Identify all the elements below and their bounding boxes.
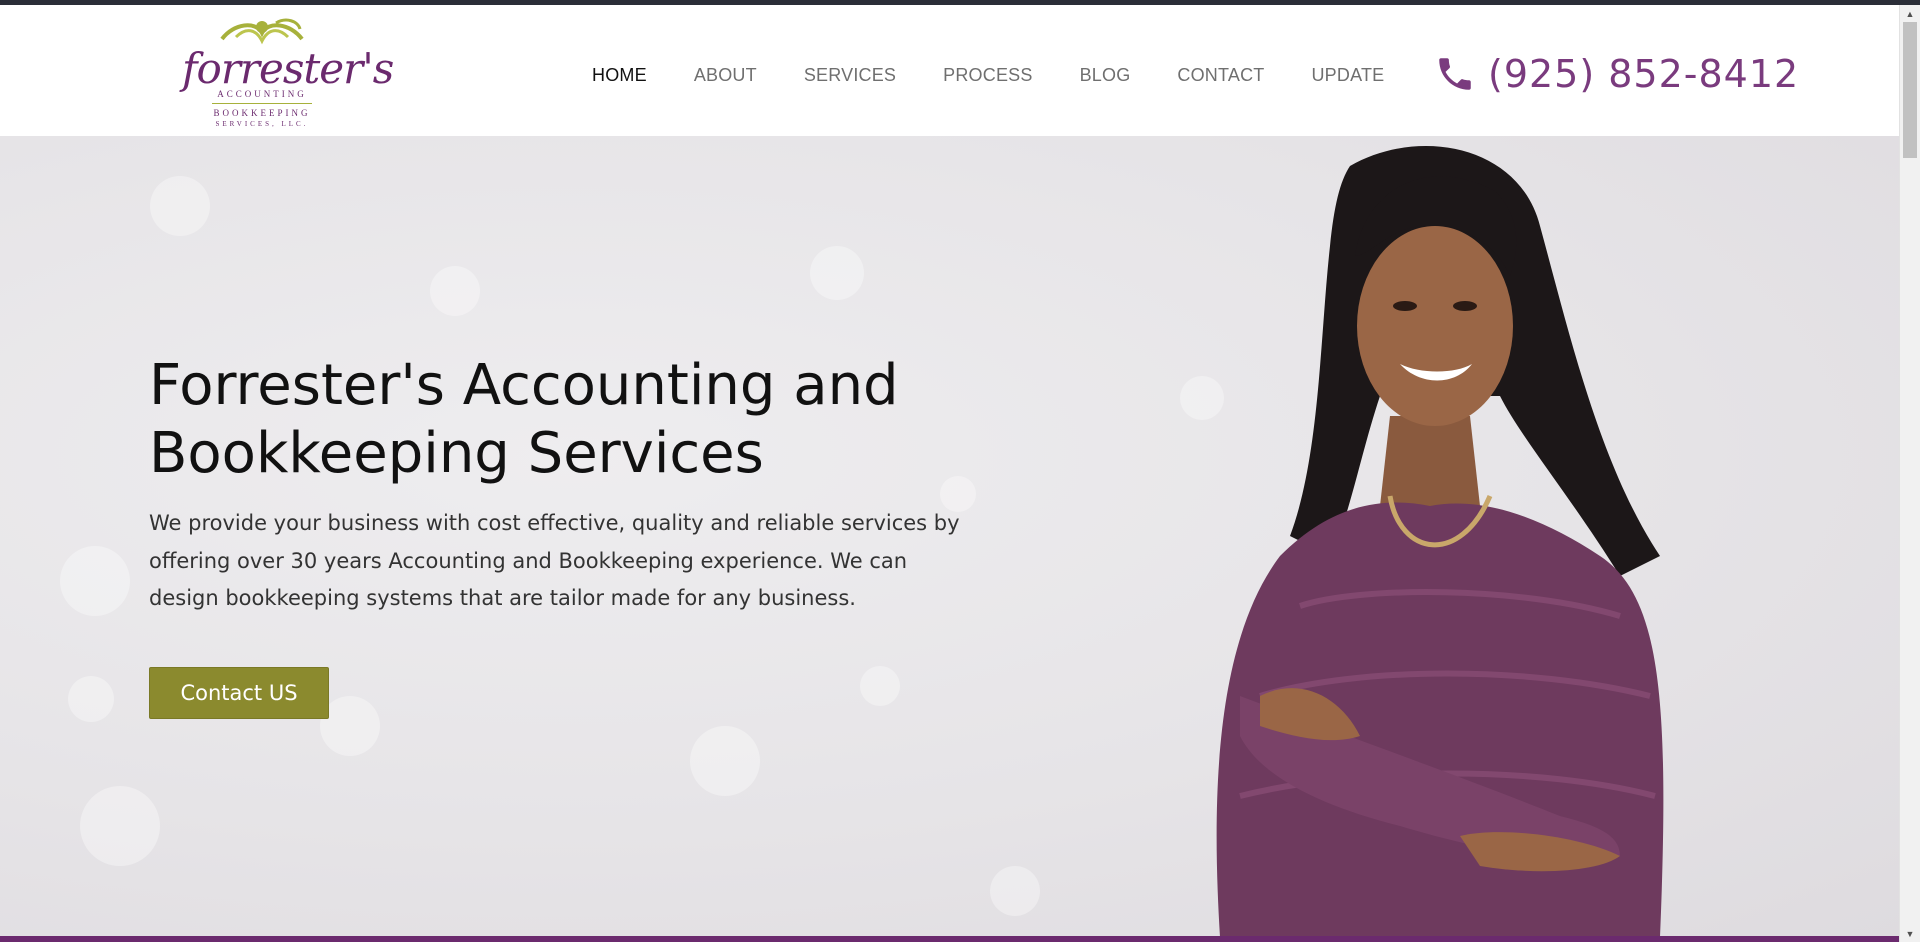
logo-divider	[212, 103, 312, 104]
contact-us-button[interactable]: Contact US	[149, 667, 329, 719]
bokeh-decoration	[810, 246, 864, 300]
bokeh-decoration	[430, 266, 480, 316]
logo-brand-text: forrester's	[182, 44, 394, 93]
bokeh-decoration	[860, 666, 900, 706]
logo-accounting-text: ACCOUNTING	[217, 89, 307, 99]
nav-home[interactable]: HOME	[592, 60, 647, 90]
hero-description: We provide your business with cost effec…	[149, 505, 969, 618]
hero-description-line-2: offering over 30 years Accounting and Bo…	[149, 548, 908, 573]
hero-portrait-image	[1216, 146, 1664, 937]
hero-title-line-2: Bookkeeping Services	[149, 421, 764, 486]
hero-description-line-1: We provide your business with cost effec…	[149, 511, 960, 535]
page-scrollbar[interactable]: ▲ ▼	[1899, 5, 1920, 942]
bokeh-decoration	[320, 696, 380, 756]
phone-icon	[1439, 58, 1471, 90]
nav-blog[interactable]: BLOG	[1080, 60, 1131, 90]
phone-link[interactable]: (925) 852-8412	[1434, 47, 1799, 101]
bokeh-decoration	[150, 176, 210, 236]
site-header: forrester's ACCOUNTING BOOKKEEPING SERVI…	[0, 5, 1899, 136]
nav-process[interactable]: PROCESS	[943, 60, 1032, 90]
main-nav: HOME ABOUT SERVICES PROCESS BLOG CONTACT…	[592, 60, 1431, 90]
bokeh-decoration	[68, 676, 114, 722]
bokeh-decoration	[690, 726, 760, 796]
scroll-up-arrow-icon[interactable]: ▲	[1900, 5, 1920, 22]
logo-services-text: SERVICES, LLC.	[215, 120, 309, 128]
nav-about[interactable]: ABOUT	[694, 60, 757, 90]
nav-contact[interactable]: CONTACT	[1177, 60, 1264, 90]
bokeh-decoration	[60, 546, 130, 616]
hero-description-line-3: design bookkeeping systems that are tail…	[149, 586, 856, 610]
scrollbar-thumb[interactable]	[1903, 22, 1917, 158]
hero-section: Forrester's Accounting and Bookkeeping S…	[0, 136, 1899, 937]
bokeh-decoration	[80, 786, 160, 866]
nav-update[interactable]: UPDATE	[1311, 60, 1384, 90]
phone-number: (925) 852-8412	[1488, 52, 1800, 96]
bokeh-decoration	[990, 866, 1040, 916]
hero-title: Forrester's Accounting and Bookkeeping S…	[149, 352, 1049, 488]
bottom-accent-bar	[0, 936, 1899, 942]
nav-services[interactable]: SERVICES	[804, 60, 896, 90]
scroll-down-arrow-icon[interactable]: ▼	[1900, 925, 1920, 942]
hero-title-line-1: Forrester's Accounting and	[149, 353, 899, 418]
site-logo[interactable]: forrester's ACCOUNTING BOOKKEEPING SERVI…	[182, 17, 394, 128]
logo-bookkeeping-text: BOOKKEEPING	[213, 108, 311, 118]
